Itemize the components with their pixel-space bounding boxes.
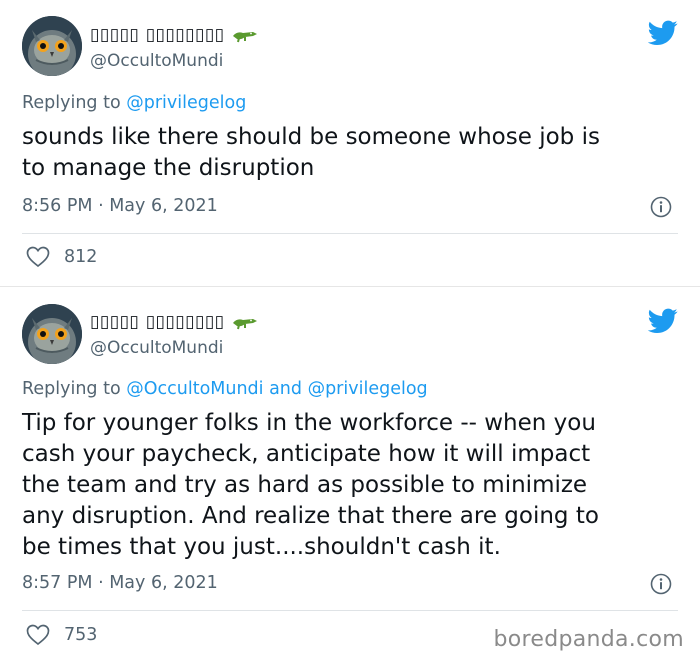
tweet-timestamp[interactable]: 8:56 PM · May 6, 2021 bbox=[22, 196, 218, 216]
tweet-text: Tip for younger folks in the workforce -… bbox=[22, 410, 599, 560]
divider bbox=[22, 610, 678, 611]
like-button[interactable]: 753 bbox=[26, 624, 97, 646]
tweet-text: sounds like there should be someone whos… bbox=[22, 124, 600, 181]
reply-mention-link[interactable]: @OccultoMundi and @privilegelog bbox=[126, 379, 427, 399]
display-name[interactable]: ▯▯▯▯▯ ▯▯▯▯▯▯▯▯ bbox=[90, 25, 225, 45]
replying-to-line: Replying to @OccultoMundi and @privilege… bbox=[22, 379, 428, 399]
crocodile-icon bbox=[232, 319, 257, 330]
name-row: ▯▯▯▯▯ ▯▯▯▯▯▯▯▯ bbox=[90, 312, 259, 332]
tweet-timestamp[interactable]: 8:57 PM · May 6, 2021 bbox=[22, 573, 218, 593]
like-count: 753 bbox=[64, 625, 98, 645]
user-handle[interactable]: @OccultoMundi bbox=[90, 338, 223, 358]
like-button[interactable]: 812 bbox=[26, 246, 97, 268]
info-icon[interactable] bbox=[650, 196, 672, 218]
info-icon[interactable] bbox=[650, 573, 672, 595]
avatar[interactable] bbox=[22, 304, 82, 364]
crocodile-icon bbox=[232, 32, 257, 43]
like-count: 812 bbox=[64, 247, 98, 267]
tweet-card[interactable]: ▯▯▯▯▯ ▯▯▯▯▯▯▯▯ @OccultoMundi Replying to… bbox=[0, 0, 700, 286]
tweet-card[interactable]: ▯▯▯▯▯ ▯▯▯▯▯▯▯▯ @OccultoMundi Replying to… bbox=[0, 287, 700, 664]
user-handle[interactable]: @OccultoMundi bbox=[90, 51, 223, 71]
replying-to-label: Replying to bbox=[22, 93, 127, 113]
owl-avatar-icon bbox=[22, 304, 82, 364]
name-row: ▯▯▯▯▯ ▯▯▯▯▯▯▯▯ bbox=[90, 25, 259, 45]
boredpanda-watermark: boredpanda.com bbox=[493, 627, 684, 652]
divider bbox=[22, 233, 678, 234]
twitter-logo-icon[interactable] bbox=[648, 308, 678, 334]
twitter-logo-icon[interactable] bbox=[648, 20, 678, 46]
owl-avatar-icon bbox=[22, 16, 82, 76]
replying-to-label: Replying to bbox=[22, 379, 127, 399]
reply-mention-link[interactable]: @privilegelog bbox=[126, 93, 246, 113]
avatar[interactable] bbox=[22, 16, 82, 76]
display-name[interactable]: ▯▯▯▯▯ ▯▯▯▯▯▯▯▯ bbox=[90, 312, 225, 332]
replying-to-line: Replying to @privilegelog bbox=[22, 93, 246, 113]
heart-icon[interactable] bbox=[26, 246, 50, 268]
heart-icon[interactable] bbox=[26, 624, 50, 646]
